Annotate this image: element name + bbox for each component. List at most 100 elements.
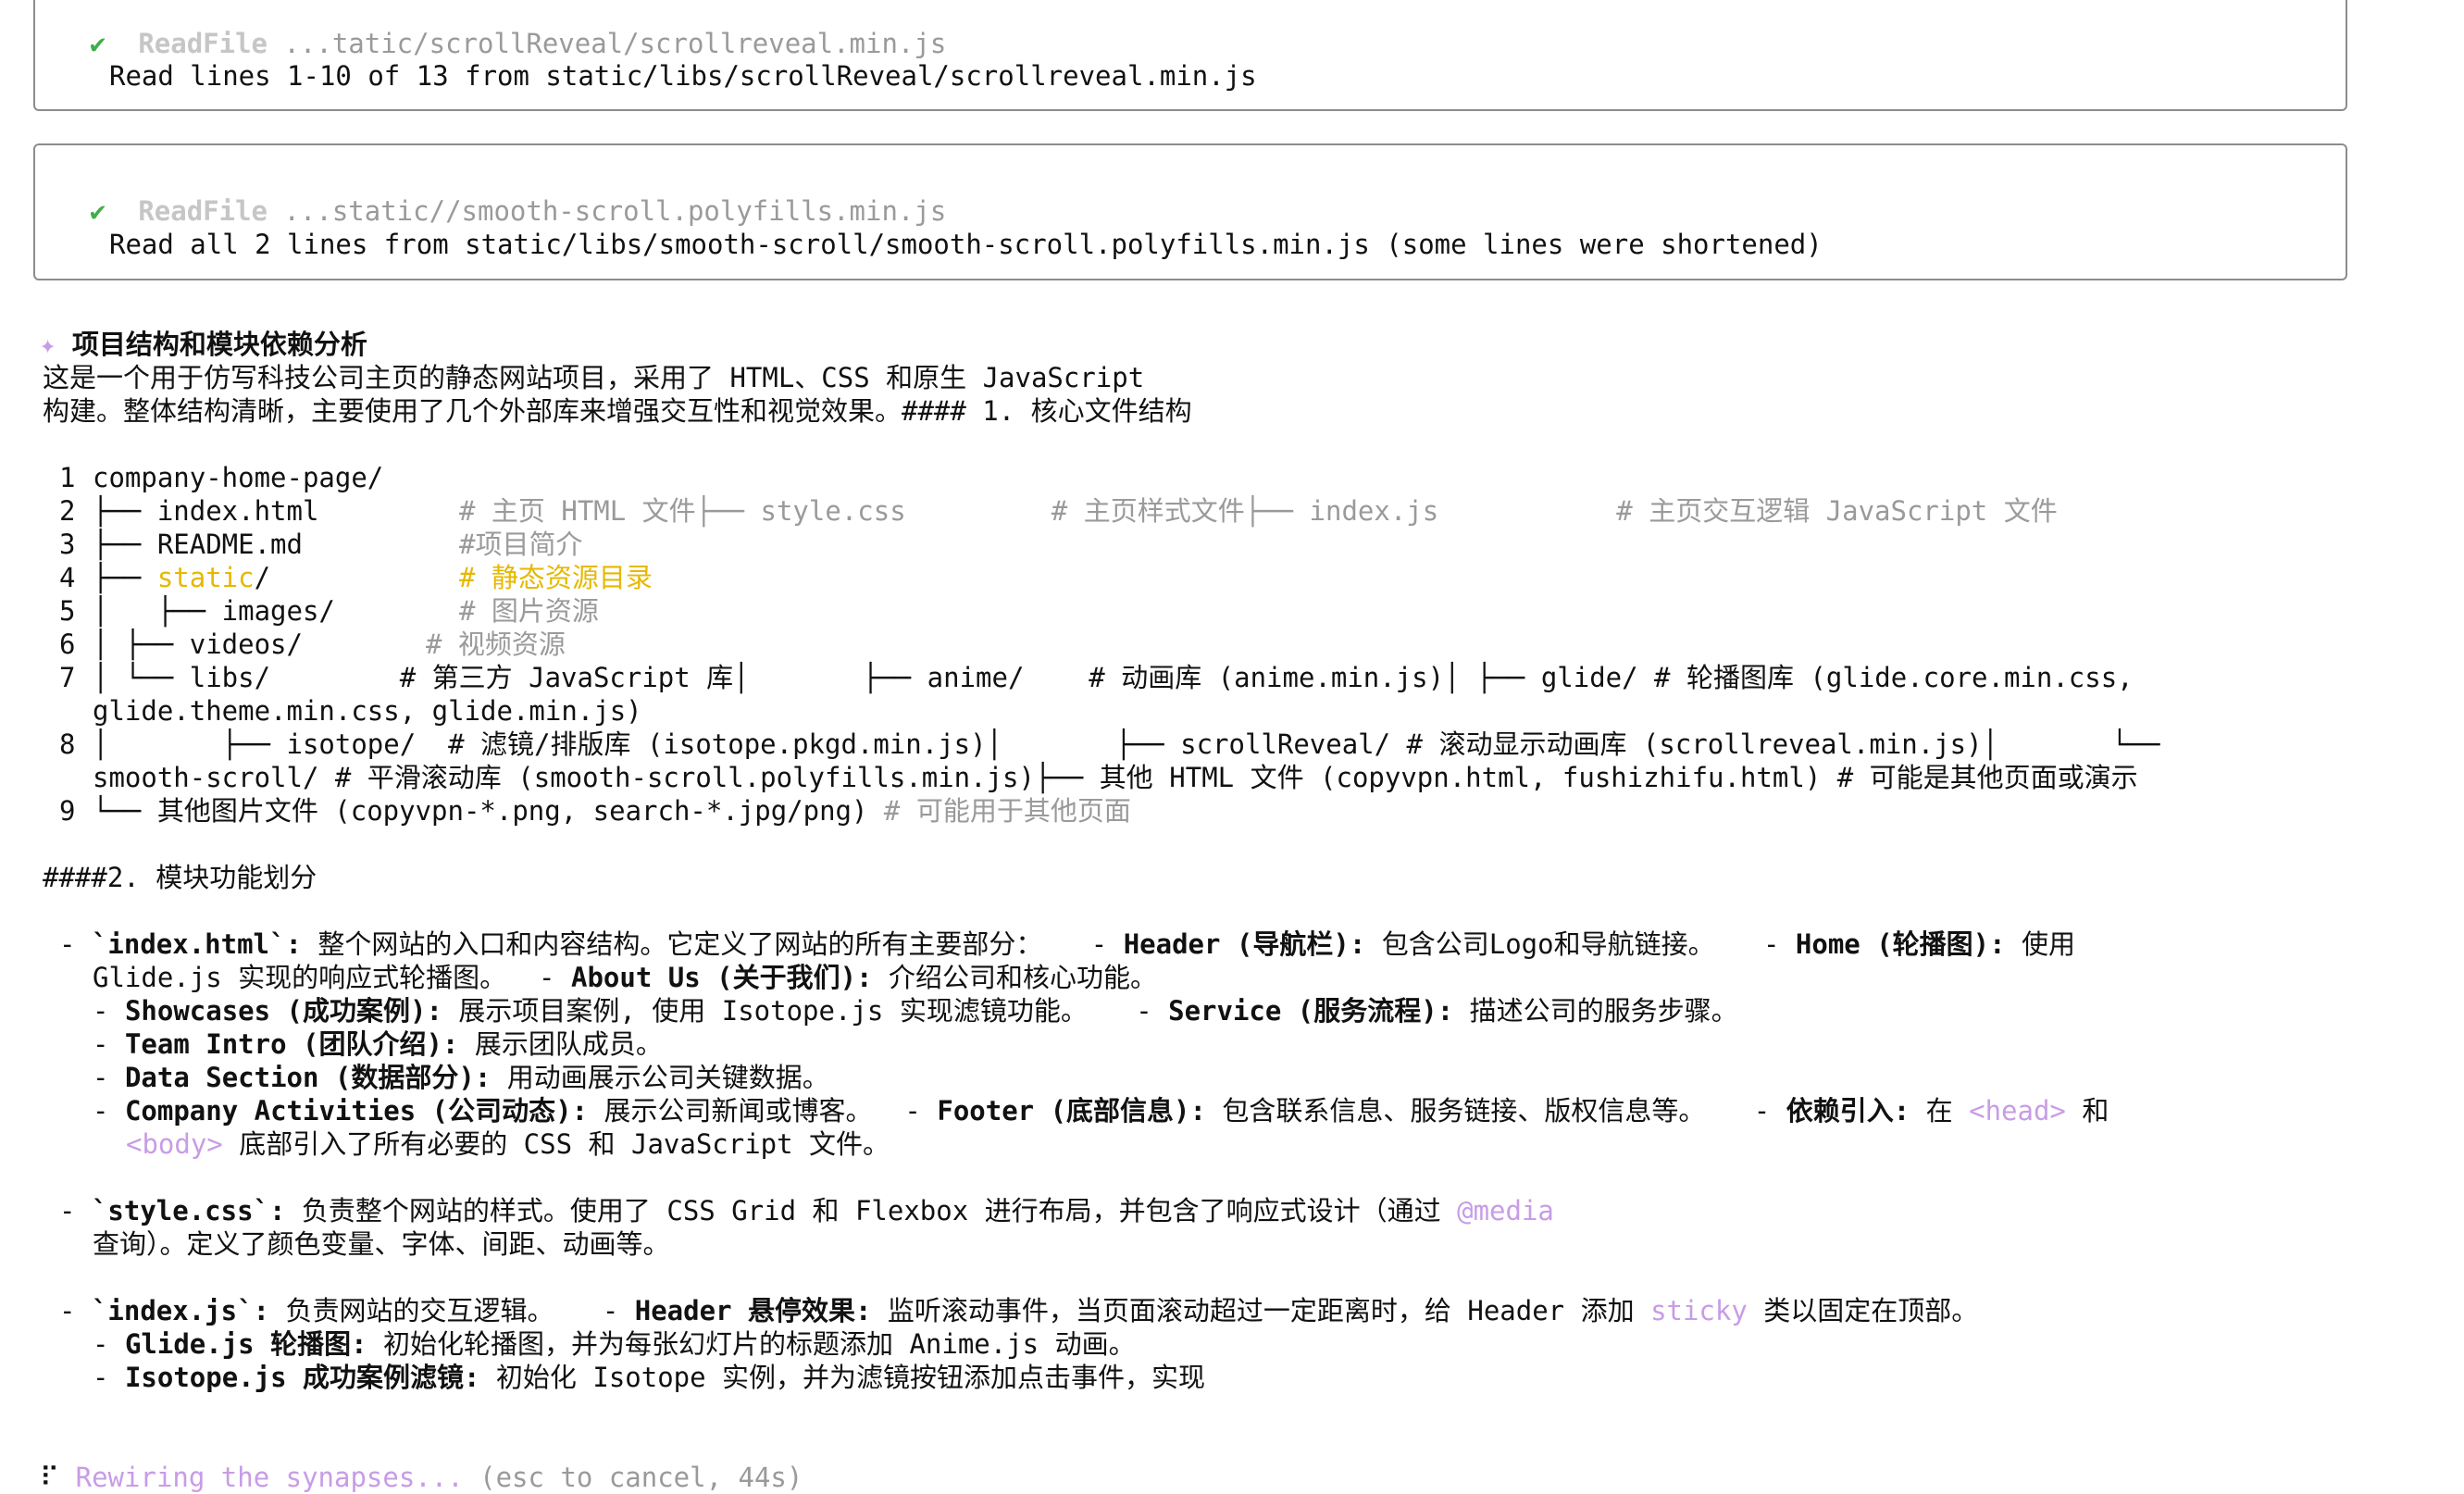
text: 初始化 Isotope 实例，并为滤镜按钮添加点击事件，实现 — [479, 1362, 1206, 1393]
cancel-hint[interactable]: (esc to cancel, 44s) — [479, 1462, 803, 1493]
sub-dash: - — [93, 1062, 109, 1093]
tool-call-header: ✔ ReadFile ...static//smooth-scroll.poly… — [57, 161, 946, 228]
check-icon: ✔ — [89, 195, 106, 227]
line-number: 1 — [59, 462, 76, 493]
code-line: 4 — [59, 561, 75, 594]
bullet-line: - `index.js`: 负责网站的交互逻辑。 - Header 悬停效果: … — [59, 1294, 1978, 1327]
status-bar: ⠏ Rewiring the synapses... (esc to cance… — [7, 1427, 803, 1494]
sub-dash: - — [93, 1028, 109, 1060]
term: Header 悬停效果: — [634, 1295, 872, 1326]
code-comment: # 图片资源 — [459, 595, 599, 627]
code-line: │ ├── isotope/ # 滤镜/排版库 (isotope.pkgd.mi… — [93, 728, 2160, 760]
intro-line: 构建。整体结构清晰，主要使用了几个外部库来增强交互性和视觉效果。#### 1. … — [43, 395, 1192, 427]
tree-slash: / — [254, 562, 271, 593]
inline-code: sticky — [1650, 1295, 1748, 1326]
line-number: 4 — [59, 562, 76, 593]
bullet-line: - Glide.js 轮播图: 初始化轮播图，并为每张幻灯片的标题添加 Anim… — [93, 1327, 1136, 1361]
code-line: company-home-page/ — [93, 462, 384, 493]
intro-line: 这是一个用于仿写科技公司主页的静态网站项目，采用了 HTML、CSS 和原生 J… — [43, 362, 1145, 393]
term: Company Activities (公司动态): — [124, 1095, 589, 1127]
tool-path: ...static//smooth-scroll.polyfills.min.j… — [283, 195, 947, 227]
code-line: │ ├── images/ — [93, 595, 335, 627]
code-line: 9 — [59, 794, 75, 828]
code-line: ├── static/ — [93, 561, 270, 594]
term: Header (导航栏): — [1123, 928, 1366, 960]
line-number: 3 — [59, 529, 76, 560]
text: 包含公司Logo和导航链接。 - — [1365, 928, 1796, 960]
folder-name: static — [156, 562, 255, 593]
bullet-line: 查询）。定义了颜色变量、字体、间距、动画等。 — [93, 1228, 670, 1260]
bullet-line: - Company Activities (公司动态): 展示公司新闻或博客。 … — [93, 1094, 2109, 1127]
bullet-dash: - — [59, 1295, 76, 1326]
sparkle-icon: ✦ — [39, 329, 56, 360]
sub-dash: - — [93, 1095, 109, 1127]
text: 在 — [1910, 1095, 1970, 1127]
text: 初始化轮播图，并为每张幻灯片的标题添加 Anime.js 动画。 — [367, 1328, 1136, 1360]
text: 和 — [2065, 1095, 2109, 1127]
file-name: `index.js`: — [91, 1295, 269, 1326]
code-comment: # 可能用于其他页面 — [867, 795, 1131, 827]
line-number: 9 — [59, 795, 76, 827]
status-message: Rewiring the synapses... — [75, 1462, 464, 1493]
response-heading: ✦ 项目结构和模块依赖分析 — [7, 294, 367, 361]
code-text: └── 其他图片文件 (copyvpn-*.png, search-*.jpg/… — [93, 795, 868, 827]
sub-dash: - — [93, 1362, 109, 1393]
code-line: 8 — [59, 728, 75, 761]
tool-name: ReadFile — [138, 28, 268, 59]
inline-code: <head> — [1969, 1095, 2066, 1127]
text: 用动画展示公司关键数据。 — [491, 1062, 829, 1093]
code-line: glide.theme.min.css, glide.min.js) — [93, 695, 642, 727]
text: 包含联系信息、服务链接、版权信息等。 - — [1205, 1095, 1786, 1127]
term: 依赖引入: — [1786, 1095, 1910, 1127]
term: Isotope.js 成功案例滤镜: — [124, 1362, 480, 1393]
text: 类以固定在顶部。 — [1747, 1295, 1979, 1326]
term: Showcases (成功案例): — [124, 995, 442, 1027]
code-line: 6 — [59, 628, 75, 661]
code-line: 5 — [59, 594, 75, 628]
tool-call-result: Read lines 1-10 of 13 from static/libs/s… — [109, 60, 1257, 92]
bullet-line: - Data Section (数据部分): 用动画展示公司关键数据。 — [93, 1061, 829, 1094]
bullet-line: Glide.js 实现的响应式轮播图。 - About Us (关于我们): 介… — [93, 961, 1157, 994]
text: 底部引入了所有必要的 CSS 和 JavaScript 文件。 — [222, 1128, 890, 1160]
code-line: 3 — [59, 528, 75, 561]
tool-name: ReadFile — [138, 195, 268, 227]
bullet-line: <body> 底部引入了所有必要的 CSS 和 JavaScript 文件。 — [126, 1127, 890, 1161]
bullet-line: - Isotope.js 成功案例滤镜: 初始化 Isotope 实例，并为滤镜… — [93, 1361, 1205, 1394]
file-name: `style.css`: — [91, 1195, 286, 1226]
code-line: 2 — [59, 494, 75, 528]
check-icon: ✔ — [89, 28, 106, 59]
text: 使用 — [2005, 928, 2076, 960]
tool-call-result: Read all 2 lines from static/libs/smooth… — [109, 229, 1823, 260]
bullet-dash: - — [59, 928, 76, 960]
code-line: │ └── libs/ # 第三方 JavaScript 库│ ├── anim… — [93, 662, 2134, 693]
bullet-line: - `style.css`: 负责整个网站的样式。使用了 CSS Grid 和 … — [59, 1194, 1554, 1227]
bullet-line: - `index.html`: 整个网站的入口和内容结构。它定义了网站的所有主要… — [59, 928, 2075, 961]
line-number: 8 — [59, 728, 76, 760]
text: 展示项目案例, 使用 Isotope.js 实现滤镜功能。 - — [442, 995, 1169, 1027]
term: About Us (关于我们): — [570, 962, 873, 993]
line-number: 5 — [59, 595, 76, 627]
section-heading: ####2. 模块功能划分 — [43, 862, 317, 893]
inline-code: @media — [1457, 1195, 1554, 1226]
text: Glide.js 实现的响应式轮播图。 - — [93, 962, 571, 993]
text: 负责网站的交互逻辑。 - — [269, 1295, 635, 1326]
code-line: 1 — [59, 461, 75, 494]
code-line: ├── index.html — [93, 495, 319, 527]
sub-dash: - — [93, 1328, 109, 1360]
code-comment: # 静态资源目录 — [459, 562, 653, 593]
tool-path: ...tatic/scrollReveal/scrollreveal.min.j… — [283, 28, 947, 59]
tool-call-header: ✔ ReadFile ...tatic/scrollReveal/scrollr… — [57, 0, 946, 60]
text: 负责整个网站的样式。使用了 CSS Grid 和 Flexbox 进行布局，并包… — [285, 1195, 1458, 1226]
line-number: 6 — [59, 629, 76, 660]
term: Team Intro (团队介绍): — [124, 1028, 459, 1060]
line-number: 7 — [59, 662, 76, 693]
code-line: smooth-scroll/ # 平滑滚动库 (smooth-scroll.po… — [93, 762, 2138, 793]
text: 整个网站的入口和内容结构。它定义了网站的所有主要部分： - — [301, 928, 1124, 960]
bullet-dash: - — [59, 1195, 76, 1226]
code-line: └── 其他图片文件 (copyvpn-*.png, search-*.jpg/… — [93, 794, 1131, 828]
term: Home (轮播图): — [1795, 928, 2006, 960]
code-line: 7 — [59, 661, 75, 694]
term: Data Section (数据部分): — [124, 1062, 492, 1093]
text: 监听滚动事件，当页面滚动超过一定距离时，给 Header 添加 — [871, 1295, 1651, 1326]
code-comment: # 视频资源 — [426, 629, 566, 660]
